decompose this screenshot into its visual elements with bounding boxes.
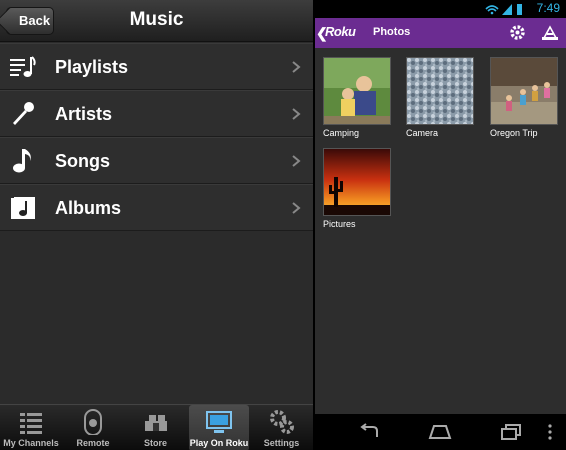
roku-android-app: 7:49 ❮ Roku Photos Camping Camera Oregon… bbox=[315, 0, 566, 450]
chevron-right-icon bbox=[292, 108, 301, 120]
album-caption: Camping bbox=[323, 128, 360, 138]
playlist-icon bbox=[10, 56, 36, 77]
menu-item-playlists[interactable]: Playlists bbox=[0, 43, 313, 90]
menu-item-label: Songs bbox=[55, 151, 111, 171]
settings-gears-icon bbox=[269, 410, 294, 434]
tab-label: My Channels bbox=[3, 438, 59, 448]
chevron-right-icon bbox=[292, 202, 301, 214]
play-on-roku-icon bbox=[206, 411, 232, 433]
page-title: Music bbox=[129, 9, 184, 30]
camping-photo bbox=[324, 58, 390, 124]
chevron-right-icon bbox=[292, 61, 301, 73]
roku-ios-app: Back Music Playlists Artists Songs Album… bbox=[0, 0, 313, 450]
album-caption: Pictures bbox=[323, 219, 356, 229]
play-on-tv-icon[interactable] bbox=[541, 24, 559, 41]
music-menu: Playlists Artists Songs Albums bbox=[0, 43, 313, 231]
status-bar: 7:49 bbox=[315, 0, 566, 18]
tab-bar: My Channels Remote Store Play On Roku Se… bbox=[0, 404, 313, 450]
back-icon[interactable] bbox=[357, 423, 383, 441]
menu-item-label: Artists bbox=[55, 104, 113, 124]
gear-icon[interactable] bbox=[509, 24, 526, 41]
channels-icon bbox=[20, 413, 42, 434]
album-caption: Oregon Trip bbox=[490, 128, 538, 138]
tab-store[interactable]: Store bbox=[124, 405, 187, 450]
menu-item-albums[interactable]: Albums bbox=[0, 184, 313, 231]
tab-play-on-roku[interactable]: Play On Roku bbox=[189, 405, 249, 450]
overflow-menu-icon[interactable] bbox=[545, 423, 555, 441]
android-navigation-bar bbox=[315, 414, 566, 450]
tab-my-channels[interactable]: My Channels bbox=[0, 405, 62, 450]
microphone-icon bbox=[13, 102, 34, 125]
album-caption: Camera bbox=[406, 128, 439, 138]
roku-logo[interactable]: Roku bbox=[325, 24, 356, 39]
music-note-icon bbox=[13, 149, 31, 173]
home-icon[interactable] bbox=[427, 423, 453, 441]
chevron-right-icon bbox=[292, 155, 301, 167]
tab-remote[interactable]: Remote bbox=[62, 405, 124, 450]
album-thumbnail-oregon-trip[interactable] bbox=[490, 57, 558, 125]
album-thumbnail-pictures[interactable] bbox=[323, 148, 391, 216]
album-thumbnail-camping[interactable] bbox=[323, 57, 391, 125]
action-bar: ❮ Roku Photos bbox=[315, 18, 566, 48]
menu-item-songs[interactable]: Songs bbox=[0, 137, 313, 184]
navigation-bar: Back Music bbox=[0, 0, 313, 42]
tab-settings[interactable]: Settings bbox=[250, 405, 313, 450]
status-icons bbox=[485, 4, 522, 15]
tab-label: Play On Roku bbox=[189, 438, 249, 448]
camera-photo bbox=[407, 58, 473, 124]
recent-apps-icon[interactable] bbox=[498, 423, 524, 441]
pictures-photo bbox=[324, 149, 390, 215]
remote-icon bbox=[84, 409, 102, 435]
tab-label: Remote bbox=[76, 438, 110, 448]
album-icon bbox=[11, 197, 35, 219]
tab-label: Store bbox=[143, 438, 167, 448]
status-clock: 7:49 bbox=[536, 1, 560, 15]
menu-item-artists[interactable]: Artists bbox=[0, 90, 313, 137]
oregon-trip-photo bbox=[491, 58, 557, 124]
menu-item-label: Playlists bbox=[55, 57, 129, 77]
menu-item-label: Albums bbox=[55, 198, 122, 218]
tab-label: Settings bbox=[263, 438, 300, 448]
page-title: Photos bbox=[373, 26, 411, 38]
store-icon bbox=[144, 415, 167, 431]
album-thumbnail-camera[interactable] bbox=[406, 57, 474, 125]
